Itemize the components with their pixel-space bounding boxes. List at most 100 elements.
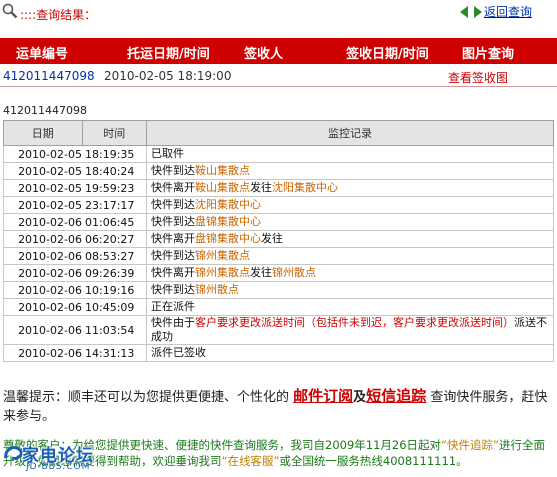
ship-datetime: 2010-02-05 18:19:00 [104,69,232,83]
col-image: 图片查询 [462,47,515,62]
row-record: 正在派件 [146,298,554,316]
row-date: 2010-02-05 [3,179,82,197]
summary-row: 412011447098 2010-02-05 18:19:00 查看签收图 [0,64,557,87]
row-date: 2010-02-06 [3,344,82,362]
back-to-query-link[interactable]: 返回查询 [460,3,532,20]
th-record: 监控记录 [146,120,554,146]
row-record: 快件到达沈阳集散中心 [146,196,554,214]
tracking-table: 日期 时间 监控记录 2010-02-05 18:19:35 已取件 2010-02-… [3,120,554,362]
row-record: 快件到达锦州散点 [146,281,554,299]
notice-tracking: “快件追踪” [441,438,499,452]
tracking-row: 2010-02-06 14:31:13 派件已签收 [3,344,554,362]
row-time: 06:20:27 [82,230,147,248]
location-text: 锦州集散点 [195,266,250,279]
row-time: 18:40:24 [82,162,147,180]
location-text: 沈阳集散中心 [195,198,261,211]
tracking-row: 2010-02-06 08:53:27 快件到达锦州集散点 [3,247,554,265]
row-time: 09:26:39 [82,264,147,282]
row-time: 10:45:09 [82,298,147,316]
record-text: 发往 [250,266,272,279]
record-text: 发往 [261,232,283,245]
row-date: 2010-02-06 [3,213,82,231]
email-subscribe-link[interactable]: 邮件订阅 [293,387,353,405]
location-text: 盘锦集散中心 [195,215,261,228]
tracking-row: 2010-02-06 10:19:16 快件到达锦州散点 [3,281,554,299]
th-time: 时间 [81,120,147,146]
record-text: 客户要求更改派送时间（包括件未到迟，客户要求更改派送时间） [195,316,514,329]
row-record: 快件由于客户要求更改派送时间（包括件未到迟，客户要求更改派送时间）派送不成功 [146,315,554,345]
result-title: ::::查询结果： [20,8,97,22]
col-ship-datetime: 托运日期/时间 [127,47,210,62]
summary-header: 运单编号 托运日期/时间 签收人 签收日期/时间 图片查询 [0,38,557,64]
tracking-row: 2010-02-06 10:45:09 正在派件 [3,298,554,316]
record-text: 快件离开 [151,181,195,194]
sms-tracking-link[interactable]: 短信追踪 [366,387,426,405]
row-date: 2010-02-05 [3,196,82,214]
tip-prefix: 温馨提示：顺丰还可以为您提供更便捷、个性化的 [3,390,290,405]
location-text: 锦州集散点 [195,249,250,262]
row-time: 10:19:16 [82,281,147,299]
view-sign-image-link[interactable]: 查看签收图 [448,69,508,86]
row-time: 14:31:13 [82,344,147,362]
record-text: 快件到达 [151,249,195,262]
record-text: 正在派件 [151,300,195,313]
row-time: 01:06:45 [82,213,147,231]
row-date: 2010-02-05 [3,145,82,163]
record-text: 快件离开 [151,266,195,279]
record-text: 发往 [250,181,272,194]
row-date: 2010-02-06 [3,264,82,282]
watermark-sub: JD-BBS.COM [26,462,91,472]
magnifier-icon [2,3,18,19]
watermark-logo: 家电论坛 JD-BBS.COM [0,440,120,477]
tracking-row: 2010-02-06 09:26:39 快件离开锦州集散点发往锦州散点 [3,264,554,282]
row-time: 18:19:35 [82,145,147,163]
row-time: 23:17:17 [82,196,147,214]
record-text: 已取件 [151,147,184,160]
col-sign-datetime: 签收日期/时间 [346,47,429,62]
tracking-waybill: 412011447098 [3,104,87,117]
location-text: 盘锦集散中心 [195,232,261,245]
row-record: 快件离开锦州集散点发往锦州散点 [146,264,554,282]
location-text: 鞍山集散点 [195,164,250,177]
record-text: 快件离开 [151,232,195,245]
tracking-header-row: 日期 时间 监控记录 [3,120,554,146]
row-record: 快件到达鞍山集散点 [146,162,554,180]
row-date: 2010-02-06 [3,298,82,316]
logo-swirl-icon [4,446,23,460]
row-record: 快件到达锦州集散点 [146,247,554,265]
double-arrow-icon [460,5,482,18]
row-date: 2010-02-05 [3,162,82,180]
tracking-row: 2010-02-05 18:40:24 快件到达鞍山集散点 [3,162,554,180]
waybill-number[interactable]: 412011447098 [3,69,95,83]
top-bar: ::::查询结果： 返回查询 [0,0,557,24]
tracking-row: 2010-02-05 18:19:35 已取件 [3,145,554,163]
record-text: 快件到达 [151,164,195,177]
location-text: 鞍山集散点 [195,181,250,194]
record-text: 快件到达 [151,198,195,211]
col-waybill: 运单编号 [16,47,69,62]
row-record: 快件到达盘锦集散中心 [146,213,554,231]
record-text: 派件已签收 [151,346,206,359]
tracking-row: 2010-02-05 23:17:17 快件到达沈阳集散中心 [3,196,554,214]
location-text: 锦州散点 [272,266,316,279]
tracking-row: 2010-02-05 19:59:23 快件离开鞍山集散点发往沈阳集散中心 [3,179,554,197]
row-record: 派件已签收 [146,344,554,362]
back-to-query-label: 返回查询 [484,5,533,19]
tracking-row: 2010-02-06 01:06:45 快件到达盘锦集散中心 [3,213,554,231]
record-text: 快件到达 [151,215,195,228]
record-text: 快件到达 [151,283,195,296]
col-signer: 签收人 [244,47,284,62]
tracking-row: 2010-02-06 06:20:27 快件离开盘锦集散中心发往 [3,230,554,248]
row-time: 19:59:23 [82,179,147,197]
row-date: 2010-02-06 [3,315,82,345]
notice-online-service: “在线客服” [221,454,280,468]
location-text: 沈阳集散中心 [272,181,338,194]
record-text: 快件由于 [151,316,195,329]
location-text: 锦州散点 [195,283,239,296]
row-time: 11:03:54 [82,315,147,345]
notice-tail: 或全国统一服务热线4008111111。 [279,454,468,468]
row-date: 2010-02-06 [3,247,82,265]
row-date: 2010-02-06 [3,230,82,248]
row-record: 已取件 [146,145,554,163]
row-date: 2010-02-06 [3,281,82,299]
